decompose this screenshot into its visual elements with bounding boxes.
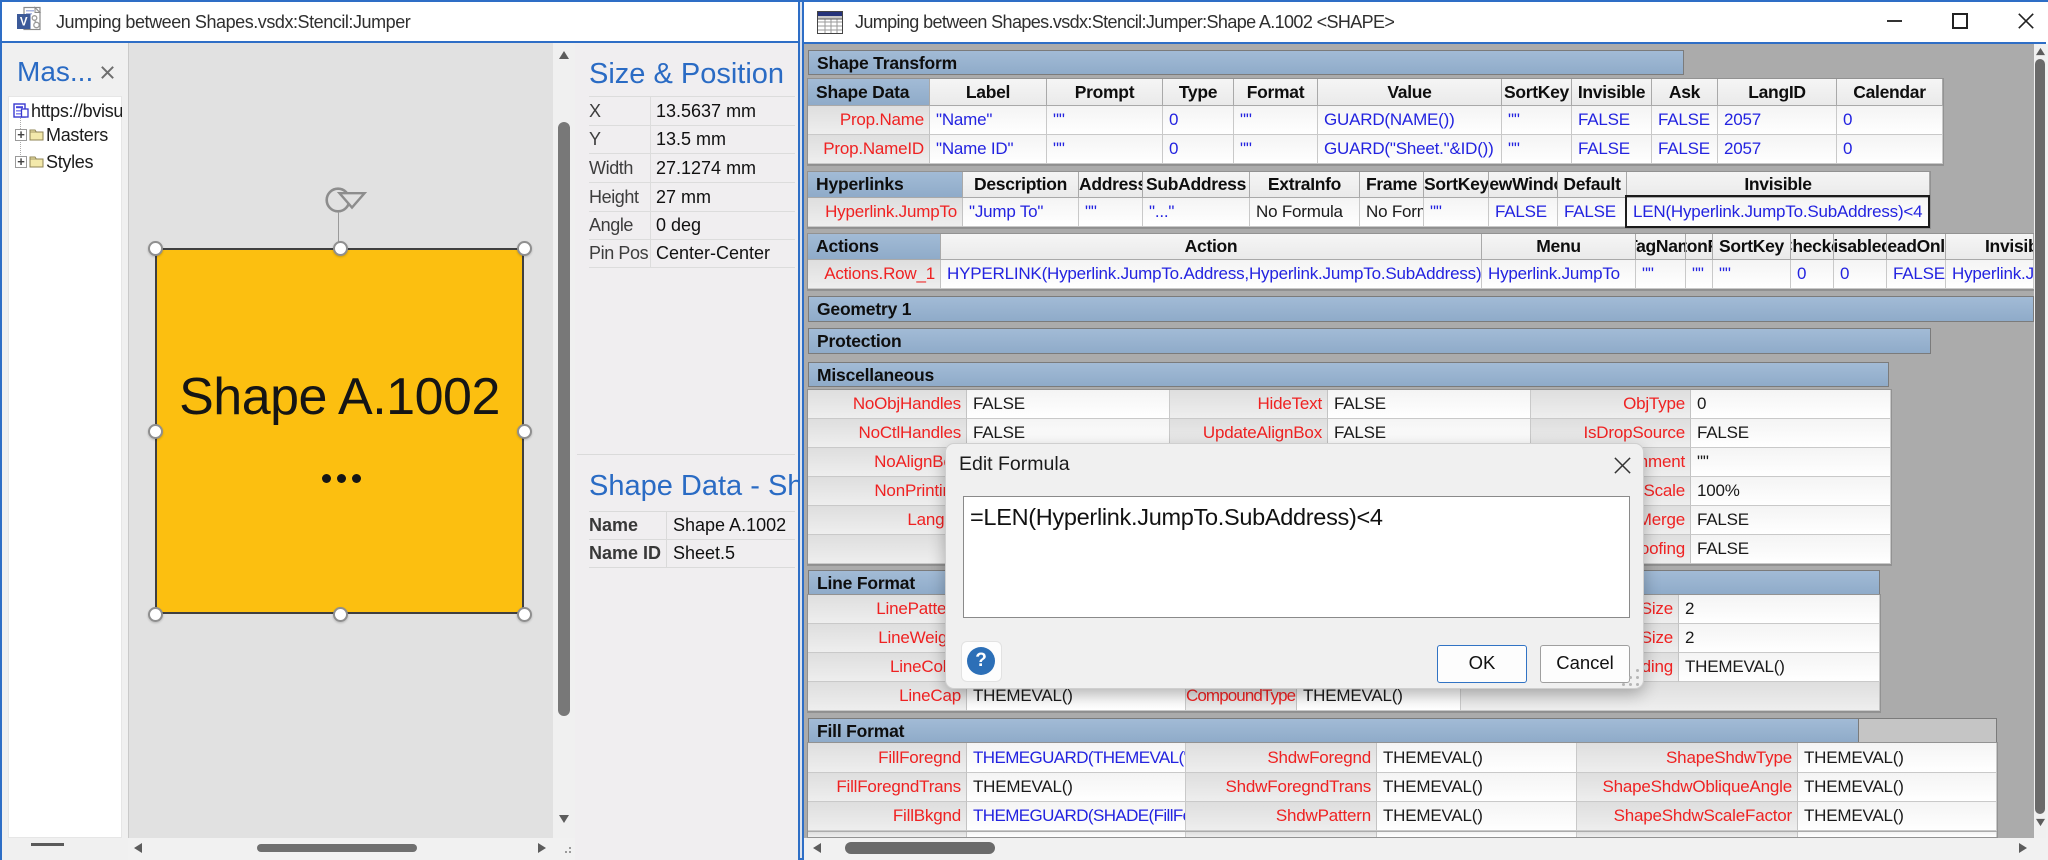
svg-text:V: V [20, 17, 28, 29]
